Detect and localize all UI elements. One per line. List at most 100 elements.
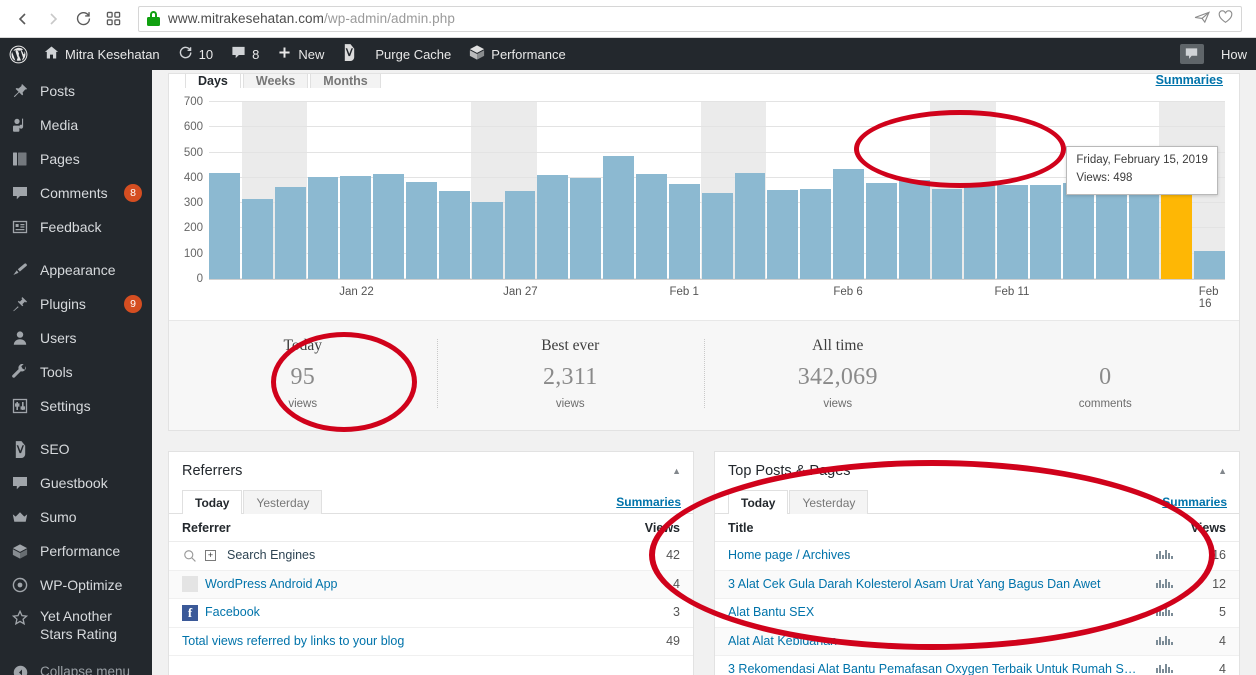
chart-bar[interactable] [241,199,273,279]
top-posts-summaries-link[interactable]: Summaries [1162,495,1227,513]
chart-bar[interactable] [1062,183,1094,279]
table-row[interactable]: 3 Alat Cek Gula Darah Kolesterol Asam Ur… [715,570,1239,599]
sidebar-item-seo[interactable]: SEO [0,432,152,466]
referrer-label[interactable]: Facebook [205,604,260,622]
chart-bar[interactable] [1030,185,1061,279]
sidebar-item-plugins[interactable]: Plugins 9 [0,287,152,321]
chart-bar[interactable] [931,189,963,279]
chart-bar[interactable] [307,177,339,279]
address-bar[interactable]: www.mitrakesehatan.com/wp-admin/admin.ph… [138,5,1242,32]
reload-button[interactable] [68,4,98,34]
chart-tab-weeks[interactable]: Weeks [242,74,309,88]
post-chart-icon[interactable] [1151,655,1178,675]
sidebar-item-yet-another-stars-rating[interactable]: Yet Another Stars Rating [0,602,152,646]
table-row[interactable]: Alat Alat Kebidanan 4 [715,627,1239,656]
chart-bar[interactable] [471,201,503,279]
sidebar-item-media[interactable]: Media [0,108,152,142]
referrers-summaries-link[interactable]: Summaries [616,495,681,513]
table-row[interactable]: 3 Rekomendasi Alat Bantu Pemafasan Oxyge… [715,655,1239,675]
chart-bar[interactable] [964,184,996,279]
chart-bar[interactable] [603,156,634,279]
chart-bar[interactable] [209,173,240,279]
chart-bar[interactable] [1128,184,1160,279]
sidebar-item-wp-optimize[interactable]: WP-Optimize [0,568,152,602]
yoast-icon [342,44,357,64]
caret-up-icon[interactable]: ▲ [672,466,681,476]
performance-menu[interactable]: Performance [460,38,574,70]
chart-bar[interactable] [997,184,1029,279]
expand-icon[interactable]: + [205,550,216,562]
sidebar-item-settings[interactable]: Settings [0,389,152,423]
share-icon[interactable] [1194,10,1211,27]
yoast-seo-menu[interactable] [333,38,366,70]
post-chart-icon[interactable] [1151,570,1178,599]
chart-tab-months[interactable]: Months [310,74,381,88]
post-title[interactable]: Home page / Archives [728,548,850,562]
chart-bar[interactable] [635,174,667,279]
collapse-menu-button[interactable]: Collapse menu [0,655,152,675]
sidebar-item-comments[interactable]: Comments 8 [0,176,152,210]
forward-button[interactable] [38,4,68,34]
referrer-label[interactable]: WordPress Android App [205,576,337,594]
apps-grid-button[interactable] [98,4,128,34]
top-posts-tab-today[interactable]: Today [728,490,789,514]
new-content-menu[interactable]: New [268,38,333,70]
table-row[interactable]: WordPress Android App 4 [169,570,693,599]
post-chart-icon[interactable] [1151,541,1178,571]
howdy-menu[interactable]: How [1212,38,1256,70]
heart-icon[interactable] [1218,10,1233,27]
table-row[interactable]: + Search Engines 42 [169,541,693,571]
site-name-menu[interactable]: Mitra Kesehatan [35,38,169,70]
sidebar-item-appearance[interactable]: Appearance [0,253,152,287]
chart-bar[interactable] [274,186,306,279]
chart-bar[interactable] [701,193,733,279]
sidebar-item-tools[interactable]: Tools [0,355,152,389]
referrers-tab-yesterday[interactable]: Yesterday [243,490,323,514]
caret-up-icon[interactable]: ▲ [1218,466,1227,476]
top-posts-title: Top Posts & Pages [728,463,851,479]
table-row[interactable]: Home page / Archives 16 [715,541,1239,571]
back-button[interactable] [8,4,38,34]
table-row[interactable]: f Facebook 3 [169,598,693,628]
chart-bar[interactable] [800,189,832,279]
chart-bar[interactable] [537,175,569,279]
table-row[interactable]: Alat Bantu SEX 5 [715,598,1239,628]
chart-bar[interactable] [1194,251,1226,279]
chart-bar[interactable] [734,172,766,279]
chart-bar[interactable] [767,190,799,279]
top-posts-tab-yesterday[interactable]: Yesterday [789,490,869,514]
post-title[interactable]: Alat Alat Kebidanan [728,634,837,648]
post-title[interactable]: Alat Bantu SEX [728,605,814,619]
chart-bar[interactable] [504,191,536,279]
chart-bar[interactable] [668,184,700,279]
chart-summaries-link[interactable]: Summaries [1156,73,1223,87]
updates-menu[interactable]: 10 [169,38,222,70]
chart-tab-days[interactable]: Days [185,74,241,88]
wordpress-logo-icon[interactable] [0,38,35,70]
referrers-tab-today[interactable]: Today [182,490,243,514]
sidebar-item-users[interactable]: Users [0,321,152,355]
post-title[interactable]: 3 Rekomendasi Alat Bantu Pemafasan Oxyge… [728,662,1136,675]
chart-bar[interactable] [406,181,437,279]
comments-menu[interactable]: 8 [222,38,268,70]
post-title[interactable]: 3 Alat Cek Gula Darah Kolesterol Asam Ur… [728,577,1100,591]
sidebar-item-sumo[interactable]: Sumo [0,500,152,534]
chart-bar[interactable] [898,179,930,279]
chart-bar[interactable] [570,177,602,279]
chart-bar[interactable] [438,190,470,279]
sidebar-item-feedback[interactable]: Feedback [0,210,152,244]
notifications-icon[interactable] [1179,44,1204,64]
brush-icon [10,260,30,280]
chart-bar[interactable] [340,175,372,279]
chart-bar[interactable] [833,168,864,279]
chart-bar[interactable] [865,183,897,279]
sidebar-item-performance[interactable]: Performance [0,534,152,568]
sidebar-item-pages[interactable]: Pages [0,142,152,176]
post-chart-icon[interactable] [1151,598,1178,628]
chart-bar[interactable] [373,174,405,279]
sidebar-item-posts[interactable]: Posts [0,74,152,108]
sidebar-item-guestbook[interactable]: Guestbook [0,466,152,500]
purge-cache-menu[interactable]: Purge Cache [366,38,460,70]
post-chart-icon[interactable] [1151,627,1178,656]
referrer-views: 42 [631,541,693,571]
